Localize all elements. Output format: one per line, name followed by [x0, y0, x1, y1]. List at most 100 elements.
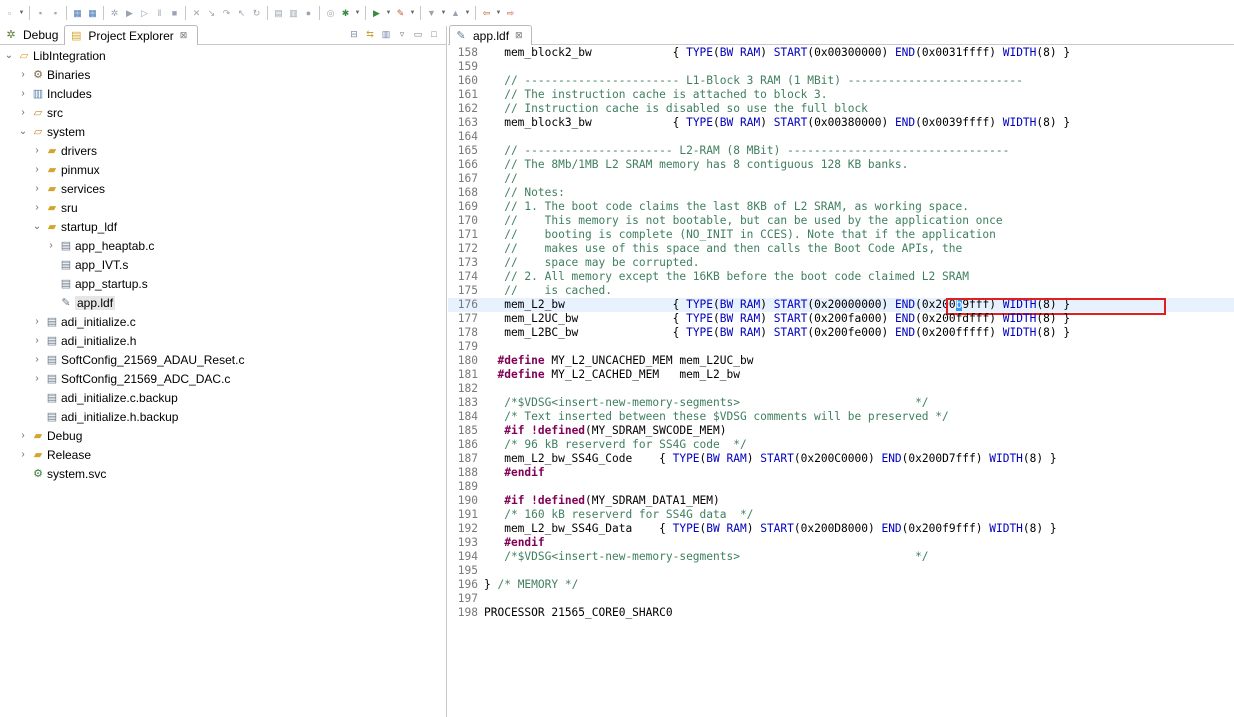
code-line[interactable]: 169 // 1. The boot code claims the last … [448, 200, 1234, 214]
build-all-icon[interactable]: ▦ [86, 7, 99, 20]
code-line[interactable]: 176 mem_L2_bw { TYPE(BW RAM) START(0x200… [448, 298, 1234, 315]
tree-item[interactable]: › ⚙ Binaries [0, 65, 446, 84]
pen-icon[interactable]: ✎ [394, 7, 407, 20]
code-editor[interactable]: 158 mem_block2_bw { TYPE(BW RAM) START(0… [448, 46, 1234, 620]
save-icon[interactable]: ▪ [34, 7, 47, 20]
collapse-all-icon[interactable]: ⊟ [348, 28, 360, 40]
code-line[interactable]: 165 // ---------------------- L2-RAM (8 … [448, 144, 1234, 158]
prev-annotation-icon[interactable]: ▲ [449, 7, 462, 20]
link-editor-icon[interactable]: ⇆ [364, 28, 376, 40]
chevron-right-icon[interactable]: › [32, 316, 42, 327]
chevron-down-icon[interactable]: ⌄ [32, 221, 42, 232]
code-line[interactable]: 181 #define MY_L2_CACHED_MEM mem_L2_bw [448, 368, 1234, 382]
tree-item[interactable]: › ▰ pinmux [0, 160, 446, 179]
chevron-right-icon[interactable]: › [18, 449, 28, 460]
chevron-right-icon[interactable]: › [46, 240, 56, 251]
code-line[interactable]: 162 // Instruction cache is disabled so … [448, 102, 1234, 116]
tree-item[interactable]: ✎ app.ldf [0, 293, 446, 312]
tree-item[interactable]: › ▤ SoftConfig_21569_ADC_DAC.c [0, 369, 446, 388]
chevron-right-icon[interactable]: › [32, 335, 42, 346]
code-line[interactable]: 186 /* 96 kB reserverd for SS4G code */ [448, 438, 1234, 452]
chevron-right-icon[interactable]: › [32, 373, 42, 384]
chevron-right-icon[interactable]: › [32, 145, 42, 156]
chevron-right-icon[interactable]: › [18, 88, 28, 99]
dropdown-arrow-icon[interactable]: ▼ [354, 10, 361, 16]
step-return-icon[interactable]: ↖ [235, 7, 248, 20]
code-line[interactable]: 182 [448, 382, 1234, 396]
code-line[interactable]: 194 /*$VDSG<insert-new-memory-segments> … [448, 550, 1234, 564]
code-line[interactable]: 197 [448, 592, 1234, 606]
restart-icon[interactable]: ↻ [250, 7, 263, 20]
tree-item[interactable]: › ▰ drivers [0, 141, 446, 160]
suspend-icon[interactable]: ‖ [153, 7, 166, 20]
tree-item[interactable]: ▤ app_IVT.s [0, 255, 446, 274]
code-line[interactable]: 161 // The instruction cache is attached… [448, 88, 1234, 102]
build-icon[interactable]: ▦ [71, 7, 84, 20]
code-line[interactable]: 198 PROCESSOR 21565_CORE0_SHARC0 [448, 606, 1234, 620]
memory-icon[interactable]: ▤ [272, 7, 285, 20]
code-line[interactable]: 174 // 2. All memory except the 16KB bef… [448, 270, 1234, 284]
tree-item[interactable]: › ▤ SoftConfig_21569_ADAU_Reset.c [0, 350, 446, 369]
code-line[interactable]: 195 [448, 564, 1234, 578]
resume-icon[interactable]: ▷ [138, 7, 151, 20]
target-icon[interactable]: ◎ [324, 7, 337, 20]
step-into-icon[interactable]: ↘ [205, 7, 218, 20]
code-line[interactable]: 177 mem_L2UC_bw { TYPE(BW RAM) START(0x2… [448, 312, 1234, 326]
dropdown-arrow-icon[interactable]: ▼ [409, 10, 416, 16]
tree-item[interactable]: › ▰ sru [0, 198, 446, 217]
close-icon[interactable]: ⊠ [515, 30, 523, 41]
tree-item[interactable]: › ▥ Includes [0, 84, 446, 103]
code-line[interactable]: 184 /* Text inserted between these $VDSG… [448, 410, 1234, 424]
view-menu-icon[interactable]: ▿ [396, 28, 408, 40]
tree-item[interactable]: › ▤ adi_initialize.h [0, 331, 446, 350]
code-line[interactable]: 173 // space may be corrupted. [448, 256, 1234, 270]
tree-item[interactable]: › ▱ src [0, 103, 446, 122]
code-line[interactable]: 163 mem_block3_bw { TYPE(BW RAM) START(0… [448, 116, 1234, 130]
tree-item[interactable]: ⚙ system.svc [0, 464, 446, 483]
tree-item[interactable]: ⌄ ▱ system [0, 122, 446, 141]
dropdown-arrow-icon[interactable]: ▼ [495, 10, 502, 16]
new-icon[interactable]: ▫ [3, 7, 16, 20]
tree-item[interactable]: › ▰ Debug [0, 426, 446, 445]
chevron-right-icon[interactable]: › [32, 354, 42, 365]
code-line[interactable]: 179 [448, 340, 1234, 354]
run-icon[interactable]: ▶ [123, 7, 136, 20]
maximize-icon[interactable]: □ [428, 28, 440, 40]
registers-icon[interactable]: ▥ [287, 7, 300, 20]
chevron-right-icon[interactable]: › [32, 183, 42, 194]
tree-item[interactable]: ⌄ ▱ LibIntegration [0, 46, 446, 65]
dropdown-arrow-icon[interactable]: ▼ [18, 10, 25, 16]
code-line[interactable]: 171 // booting is complete (NO_INIT in C… [448, 228, 1234, 242]
tree-item[interactable]: › ▤ app_heaptab.c [0, 236, 446, 255]
code-line[interactable]: 159 [448, 60, 1234, 74]
close-icon[interactable]: ⊠ [180, 30, 188, 41]
chevron-right-icon[interactable]: › [32, 164, 42, 175]
chevron-down-icon[interactable]: ⌄ [4, 50, 14, 61]
breakpoint-icon[interactable]: ● [302, 7, 315, 20]
code-line[interactable]: 168 // Notes: [448, 186, 1234, 200]
minimize-icon[interactable]: ▭ [412, 28, 424, 40]
tree-item[interactable]: › ▤ adi_initialize.c [0, 312, 446, 331]
run-config-icon[interactable]: ▶ [370, 7, 383, 20]
step-over-icon[interactable]: ↷ [220, 7, 233, 20]
code-line[interactable]: 178 mem_L2BC_bw { TYPE(BW RAM) START(0x2… [448, 326, 1234, 340]
dropdown-arrow-icon[interactable]: ▼ [464, 10, 471, 16]
code-line[interactable]: 170 // This memory is not bootable, but … [448, 214, 1234, 228]
code-line[interactable]: 172 // makes use of this space and then … [448, 242, 1234, 256]
tree-item[interactable]: › ▰ Release [0, 445, 446, 464]
code-line[interactable]: 190 #if !defined(MY_SDRAM_DATA1_MEM) [448, 494, 1234, 508]
code-line[interactable]: 160 // ----------------------- L1-Block … [448, 74, 1234, 88]
code-line[interactable]: 193 #endif [448, 536, 1234, 550]
bug-icon[interactable]: ✱ [339, 7, 352, 20]
tab-debug[interactable]: ✲ Debug [0, 25, 64, 44]
terminate-icon[interactable]: ■ [168, 7, 181, 20]
save-all-icon[interactable]: ▪ [49, 7, 62, 20]
code-line[interactable]: 189 [448, 480, 1234, 494]
code-line[interactable]: 180 #define MY_L2_UNCACHED_MEM mem_L2UC_… [448, 354, 1234, 368]
code-line[interactable]: 192 mem_L2_bw_SS4G_Data { TYPE(BW RAM) S… [448, 522, 1234, 536]
back-icon[interactable]: ⇦ [480, 7, 493, 20]
code-line[interactable]: 191 /* 160 kB reserverd for SS4G data */ [448, 508, 1234, 522]
debug-icon[interactable]: ✲ [108, 7, 121, 20]
chevron-right-icon[interactable]: › [18, 107, 28, 118]
disconnect-icon[interactable]: ✕ [190, 7, 203, 20]
